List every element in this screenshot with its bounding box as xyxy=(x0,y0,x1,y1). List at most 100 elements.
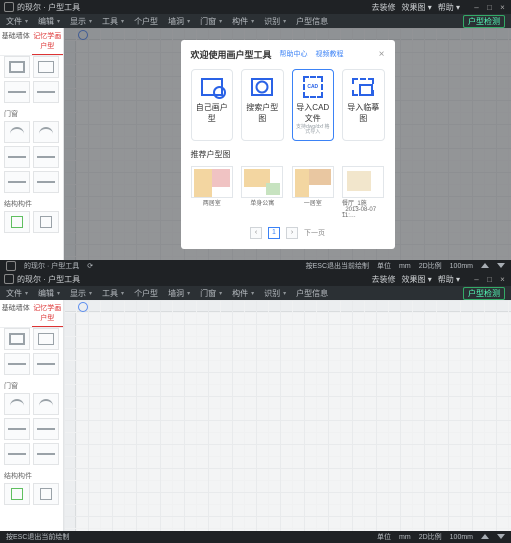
wall-tool-b[interactable] xyxy=(33,81,59,103)
template-1[interactable]: 两居室 xyxy=(191,166,234,219)
status-unit-value[interactable]: mm xyxy=(399,534,411,541)
status-refresh-icon[interactable]: ⟳ xyxy=(87,262,93,270)
pager-current: 1 xyxy=(268,227,280,239)
status-unit-value[interactable]: mm xyxy=(399,263,411,270)
titlebar-action-help[interactable]: 帮助 ▾ xyxy=(438,2,460,13)
template-3-thumb xyxy=(292,166,334,198)
template-4[interactable]: 餐厅_1施_2013-08-07 11:… xyxy=(342,166,385,219)
wall-tool-a[interactable] xyxy=(4,81,30,103)
menu-tools[interactable]: 工具 xyxy=(102,16,124,27)
window-tool-c[interactable] xyxy=(4,443,30,465)
modal-video-tutorial-link[interactable]: 视频教程 xyxy=(316,49,344,59)
window-minimize[interactable]: – xyxy=(472,275,481,284)
option-import-cad[interactable]: 导入CAD文件 支持dwg/dxf 格式导入 xyxy=(292,69,335,141)
titlebar-action-help[interactable]: 帮助 ▾ xyxy=(438,274,460,285)
menu-doors[interactable]: 门窗 xyxy=(200,16,222,27)
template-3[interactable]: 一居室 xyxy=(292,166,335,219)
titlebar-action-render[interactable]: 效果图 ▾ xyxy=(402,2,432,13)
wall-tool-thin[interactable] xyxy=(33,56,59,78)
lp-tab-basic[interactable]: 基础墙体 xyxy=(0,300,32,327)
option-search[interactable]: 搜索户型图 xyxy=(241,69,284,141)
window-tool-b[interactable] xyxy=(33,146,59,168)
wall-tool-thick[interactable] xyxy=(4,328,30,350)
window-tool-a[interactable] xyxy=(4,418,30,440)
canvas-origin-icon[interactable] xyxy=(78,302,88,312)
menu-huxing[interactable]: 个户型 xyxy=(134,288,158,299)
window-close[interactable]: × xyxy=(498,275,507,284)
titlebar-action-decorate[interactable]: 去装修 xyxy=(372,274,396,285)
zoom-out-button[interactable] xyxy=(497,263,505,270)
menu-plan-check[interactable]: 户型检测 xyxy=(463,287,505,300)
member-tool-beam[interactable] xyxy=(33,211,59,233)
template-1-label: 两居室 xyxy=(203,198,221,207)
zoom-in-button[interactable] xyxy=(481,263,489,270)
template-3-label: 一居室 xyxy=(304,198,322,207)
pager-next-label[interactable]: 下一页 xyxy=(304,228,325,238)
pager-prev[interactable]: ‹ xyxy=(250,227,262,239)
canvas[interactable]: 欢迎使用画户型工具 帮助中心 视频教程 × 自己画户型 搜索户型图 xyxy=(64,28,511,260)
door-tool-right[interactable] xyxy=(33,393,59,415)
pager-next-btn[interactable]: › xyxy=(286,227,298,239)
menu-file[interactable]: 文件 xyxy=(6,16,28,27)
option-draw[interactable]: 自己画户型 xyxy=(191,69,234,141)
option-trace[interactable]: 导入临摹图 xyxy=(342,69,385,141)
lp-section-doors: 门窗 xyxy=(0,105,63,121)
modal-close-button[interactable]: × xyxy=(379,49,385,60)
status-scale-value[interactable]: 100mm xyxy=(450,263,473,270)
wall-tool-thin[interactable] xyxy=(33,328,59,350)
modal-help-center-link[interactable]: 帮助中心 xyxy=(280,49,308,59)
status-escape-hint: 按ESC退出当前绘制 xyxy=(306,261,369,271)
window-maximize[interactable]: □ xyxy=(485,275,494,284)
app-logo xyxy=(4,2,14,12)
menu-member[interactable]: 构件 xyxy=(232,288,254,299)
status-unit-label: 单位 xyxy=(377,261,391,271)
window-tool-b[interactable] xyxy=(33,418,59,440)
lp-tab-smart[interactable]: 记忆学画户型 xyxy=(32,300,64,327)
menu-edit[interactable]: 编辑 xyxy=(38,288,60,299)
wall-tool-a[interactable] xyxy=(4,353,30,375)
wall-tool-b[interactable] xyxy=(33,353,59,375)
lp-tab-smart[interactable]: 记忆学画户型 xyxy=(32,28,64,55)
titlebar-action-decorate[interactable]: 去装修 xyxy=(372,2,396,13)
window-minimize[interactable]: – xyxy=(472,3,481,12)
menubar: 文件 编辑 显示 工具 个户型 墙洞 门窗 构件 识别 户型信息 户型检测 xyxy=(0,14,511,28)
template-2[interactable]: 单身公寓 xyxy=(241,166,284,219)
menu-detect[interactable]: 识别 xyxy=(264,288,286,299)
window-tool-d[interactable] xyxy=(33,443,59,465)
lp-tab-basic[interactable]: 基础墙体 xyxy=(0,28,32,55)
menu-detect[interactable]: 识别 xyxy=(264,16,286,27)
option-cad-sub: 支持dwg/dxf 格式导入 xyxy=(295,125,332,136)
window-tool-d[interactable] xyxy=(33,171,59,193)
menu-file[interactable]: 文件 xyxy=(6,288,28,299)
menu-doors[interactable]: 门窗 xyxy=(200,288,222,299)
member-tool-col[interactable] xyxy=(4,483,30,505)
menu-huxing[interactable]: 个户型 xyxy=(134,16,158,27)
menu-edit[interactable]: 编辑 xyxy=(38,16,60,27)
titlebar-action-render[interactable]: 效果图 ▾ xyxy=(402,274,432,285)
door-tool-right[interactable] xyxy=(33,121,59,143)
door-tool-left[interactable] xyxy=(4,393,30,415)
window-tool-c[interactable] xyxy=(4,171,30,193)
door-tool-left[interactable] xyxy=(4,121,30,143)
status-scale-value[interactable]: 100mm xyxy=(450,534,473,541)
menu-info[interactable]: 户型信息 xyxy=(296,288,328,299)
member-tool-beam[interactable] xyxy=(33,483,59,505)
menubar: 文件 编辑 显示 工具 个户型 墙洞 门窗 构件 识别 户型信息 户型检测 xyxy=(0,286,511,300)
menu-display[interactable]: 显示 xyxy=(70,288,92,299)
menu-tools[interactable]: 工具 xyxy=(102,288,124,299)
zoom-in-button[interactable] xyxy=(481,534,489,541)
wall-tool-thick[interactable] xyxy=(4,56,30,78)
menu-walls[interactable]: 墙洞 xyxy=(168,16,190,27)
status-brand: 的现尔 · 户型工具 xyxy=(24,261,79,271)
menu-display[interactable]: 显示 xyxy=(70,16,92,27)
window-maximize[interactable]: □ xyxy=(485,3,494,12)
menu-walls[interactable]: 墙洞 xyxy=(168,288,190,299)
menu-plan-check[interactable]: 户型检测 xyxy=(463,15,505,28)
zoom-out-button[interactable] xyxy=(497,534,505,541)
menu-info[interactable]: 户型信息 xyxy=(296,16,328,27)
window-tool-a[interactable] xyxy=(4,146,30,168)
member-tool-col[interactable] xyxy=(4,211,30,233)
window-close[interactable]: × xyxy=(498,3,507,12)
menu-member[interactable]: 构件 xyxy=(232,16,254,27)
canvas[interactable] xyxy=(64,300,511,531)
